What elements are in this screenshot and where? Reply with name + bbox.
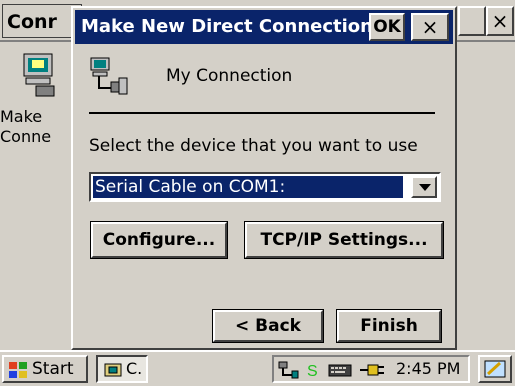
connections-folder-icon: [104, 363, 122, 377]
desktop-icon: [484, 360, 506, 378]
finish-button[interactable]: Finish: [336, 309, 442, 343]
taskbar-item-connections[interactable]: C.: [96, 355, 148, 383]
close-button[interactable]: ×: [411, 13, 449, 41]
background-window-close-button[interactable]: ×: [486, 6, 514, 36]
device-select[interactable]: Serial Cable on COM1:: [89, 172, 441, 202]
keyboard-icon[interactable]: [328, 361, 352, 379]
back-button[interactable]: < Back: [212, 309, 324, 343]
windows-logo-icon: [9, 362, 27, 378]
svg-text:S: S: [307, 363, 318, 379]
make-connection-icon[interactable]: [20, 52, 60, 98]
connection-name: My Connection: [166, 66, 293, 86]
background-window-unknown-button[interactable]: [458, 6, 486, 36]
network-icon[interactable]: [278, 361, 300, 379]
taskbar-item-label: C.: [126, 359, 143, 378]
tcpip-settings-button[interactable]: TCP/IP Settings...: [244, 221, 444, 259]
power-icon[interactable]: [358, 361, 388, 379]
show-desktop-button[interactable]: [478, 355, 512, 383]
divider: [89, 112, 435, 114]
direct-connection-icon: [90, 57, 128, 95]
taskbar: Start C. S 2:45 PM: [0, 350, 515, 386]
start-button[interactable]: Start: [2, 355, 88, 383]
make-connection-label: Make Conne: [0, 107, 52, 146]
chevron-down-icon[interactable]: [411, 176, 437, 198]
device-prompt: Select the device that you want to use: [89, 136, 418, 156]
clock[interactable]: 2:45 PM: [396, 358, 460, 380]
dialog-titlebar: Make New Direct Connection OK ×: [75, 10, 453, 44]
start-label: Start: [32, 359, 74, 379]
device-select-value[interactable]: Serial Cable on COM1:: [93, 176, 403, 198]
make-new-direct-connection-dialog: Make New Direct Connection OK × My Conne…: [71, 6, 457, 350]
dialog-title: Make New Direct Connection: [81, 16, 373, 37]
background-window-title: Conr: [2, 4, 82, 38]
system-tray: S 2:45 PM: [272, 355, 470, 383]
configure-button[interactable]: Configure...: [90, 221, 228, 259]
ok-button[interactable]: OK: [369, 13, 405, 41]
sync-icon[interactable]: S: [306, 361, 320, 379]
